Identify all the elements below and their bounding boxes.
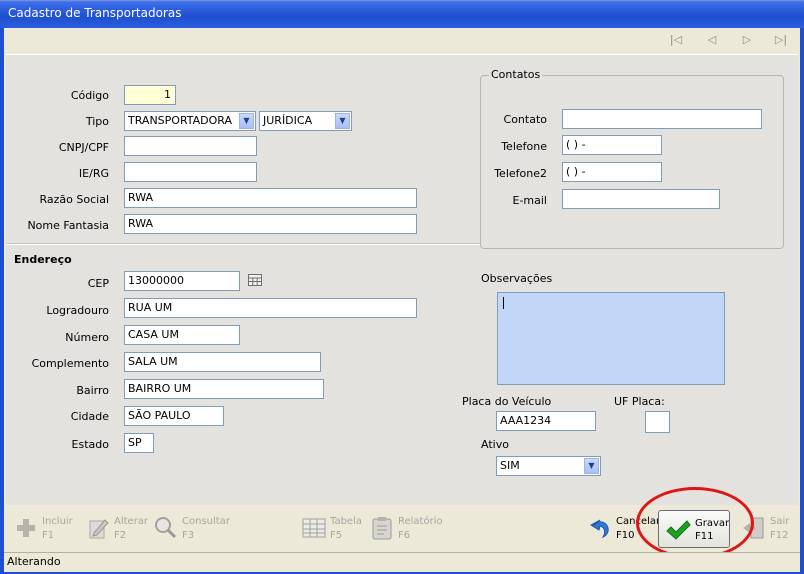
- ie-label: IE/RG: [78, 167, 109, 180]
- incluir-label: Incluir: [42, 516, 73, 527]
- first-record-icon[interactable]: |◁: [669, 34, 683, 46]
- status-bar: Alterando: [4, 552, 800, 572]
- contato-label: Contato: [503, 113, 547, 126]
- estado-input[interactable]: SP: [124, 433, 154, 453]
- chevron-down-icon[interactable]: ▼: [584, 458, 599, 474]
- email-input[interactable]: [562, 189, 720, 209]
- placa-veiculo-label: Placa do Veículo: [462, 395, 552, 408]
- cep-label: CEP: [87, 277, 109, 290]
- tipo-select[interactable]: TRANSPORTADORA ▼: [124, 111, 256, 131]
- edit-document-icon: [86, 516, 110, 540]
- alterar-button[interactable]: Alterar F2: [86, 512, 150, 548]
- cidade-label: Cidade: [70, 410, 109, 423]
- bairro-label: Bairro: [76, 384, 109, 397]
- consultar-label: Consultar: [182, 516, 230, 527]
- section-divider: [6, 243, 480, 245]
- tipo-select-value: TRANSPORTADORA: [128, 114, 233, 127]
- alterar-shortcut: F2: [114, 530, 127, 541]
- estado-label: Estado: [71, 438, 109, 451]
- highlight-ellipse: [636, 487, 754, 559]
- complemento-label: Complemento: [31, 357, 109, 370]
- tabela-label: Tabela: [330, 516, 362, 527]
- last-record-icon[interactable]: ▷|: [774, 34, 788, 46]
- window: Cadastro de Transportadoras |◁ ◁ ▷ ▷| Có…: [0, 0, 804, 574]
- cnpj-label: CNPJ/CPF: [58, 141, 109, 154]
- window-frame-right: [800, 28, 804, 574]
- pessoa-select-value: JURÍDICA: [263, 114, 313, 127]
- sair-shortcut: F12: [770, 530, 789, 541]
- table-icon: [302, 516, 326, 540]
- telefone2-label: Telefone2: [494, 167, 547, 180]
- cep-input[interactable]: 13000000: [124, 271, 240, 291]
- relatorio-button[interactable]: Relatório F6: [370, 512, 443, 548]
- status-text: Alterando: [7, 555, 61, 568]
- telefone2-input[interactable]: ( ) -: [562, 162, 662, 182]
- window-title: Cadastro de Transportadoras: [8, 6, 182, 20]
- text-cursor: [503, 297, 504, 309]
- endereco-title: Endereço: [14, 253, 72, 266]
- alterar-label: Alterar: [114, 516, 149, 527]
- telefone-input[interactable]: ( ) -: [562, 135, 662, 155]
- contatos-legend: Contatos: [489, 68, 543, 81]
- plus-icon: [14, 516, 38, 540]
- codigo-input[interactable]: 1: [124, 85, 176, 105]
- ativo-select[interactable]: SIM ▼: [496, 456, 601, 476]
- cidade-input[interactable]: SÃO PAULO: [124, 406, 224, 426]
- next-record-icon[interactable]: ▷: [740, 34, 754, 46]
- tabela-button[interactable]: Tabela F5: [302, 512, 366, 548]
- placa-veiculo-input[interactable]: AAA1234: [496, 411, 596, 431]
- pessoa-select[interactable]: JURÍDICA ▼: [259, 111, 352, 131]
- contatos-group: Contatos Contato Telefone ( ) - Telefone…: [480, 68, 784, 249]
- telefone-label: Telefone: [501, 140, 547, 153]
- incluir-shortcut: F1: [42, 530, 55, 541]
- relatorio-shortcut: F6: [398, 530, 411, 541]
- bairro-input[interactable]: BAIRRO UM: [124, 379, 324, 399]
- relatorio-label: Relatório: [398, 516, 443, 527]
- consultar-shortcut: F3: [182, 530, 195, 541]
- sair-label: Sair: [770, 516, 790, 527]
- cnpj-input[interactable]: [124, 136, 257, 156]
- ativo-label: Ativo: [481, 438, 509, 451]
- nome-fantasia-input[interactable]: RWA: [124, 214, 417, 234]
- undo-arrow-icon: [588, 516, 612, 540]
- record-navigation-bar: |◁ ◁ ▷ ▷|: [4, 28, 800, 52]
- form-panel: Código 1 Tipo TRANSPORTADORA ▼ JURÍDICA …: [6, 54, 798, 505]
- calculator-icon[interactable]: [248, 274, 262, 286]
- clipboard-report-icon: [370, 516, 394, 540]
- cancelar-shortcut: F10: [616, 530, 635, 541]
- nome-fantasia-label: Nome Fantasia: [27, 219, 109, 232]
- observacoes-textarea[interactable]: [497, 292, 725, 385]
- observacoes-label: Observações: [481, 272, 553, 285]
- chevron-down-icon[interactable]: ▼: [335, 113, 350, 129]
- razao-social-label: Razão Social: [39, 193, 110, 206]
- consultar-button[interactable]: Consultar F3: [154, 512, 234, 548]
- logradouro-label: Logradouro: [46, 304, 109, 317]
- incluir-button[interactable]: Incluir F1: [14, 512, 84, 548]
- tabela-shortcut: F5: [330, 530, 343, 541]
- chevron-down-icon[interactable]: ▼: [239, 113, 254, 129]
- razao-social-input[interactable]: RWA: [124, 188, 417, 208]
- complemento-input[interactable]: SALA UM: [124, 352, 321, 372]
- window-frame-left: [0, 28, 4, 574]
- numero-input[interactable]: CASA UM: [124, 325, 240, 345]
- numero-label: Número: [65, 331, 109, 344]
- uf-placa-input[interactable]: [645, 411, 670, 433]
- title-bar: Cadastro de Transportadoras: [0, 0, 804, 28]
- contato-input[interactable]: [562, 109, 762, 129]
- logradouro-input[interactable]: RUA UM: [124, 298, 417, 318]
- ie-input[interactable]: [124, 162, 257, 182]
- ativo-select-value: SIM: [500, 459, 520, 472]
- previous-record-icon[interactable]: ◁: [705, 34, 719, 46]
- codigo-label: Código: [70, 89, 109, 102]
- tipo-label: Tipo: [85, 115, 109, 128]
- uf-placa-label: UF Placa:: [614, 395, 665, 408]
- magnifier-icon: [154, 516, 178, 540]
- email-label: E-mail: [512, 194, 548, 207]
